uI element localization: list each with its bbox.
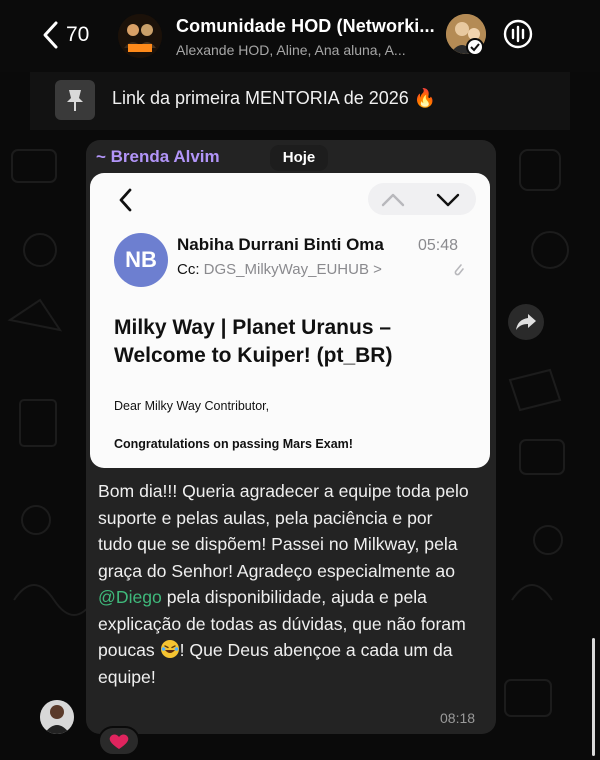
unread-count: 70 <box>66 23 90 46</box>
scrollbar[interactable] <box>592 638 595 756</box>
audio-call-icon[interactable] <box>502 18 534 50</box>
chevron-left-icon <box>43 21 58 49</box>
heart-icon <box>109 734 129 749</box>
date-separator: Hoje <box>270 145 328 171</box>
sender-name[interactable]: ~ Brenda Alvim <box>96 147 220 167</box>
chevron-left-icon <box>119 188 132 212</box>
sender-photo-icon <box>40 700 74 734</box>
email-subject: Milky Way | Planet Uranus – Welcome to K… <box>114 316 393 367</box>
email-screenshot-image[interactable]: NB Nabiha Durrani Binti Oma 05:48 Cc: DG… <box>90 173 490 468</box>
pin-icon <box>55 80 95 120</box>
pinned-text: Link da primeira MENTORIA de 2026 🔥 <box>112 88 437 108</box>
forward-button[interactable] <box>508 304 544 340</box>
pinned-message-bar[interactable]: Link da primeira MENTORIA de 2026 🔥 <box>30 72 570 130</box>
chat-title: Comunidade HOD (Networki... <box>176 16 435 36</box>
chevron-up-icon <box>381 193 405 207</box>
back-button[interactable]: 70 <box>40 17 89 53</box>
group-logo-icon <box>118 14 162 58</box>
email-sender-avatar: NB <box>114 233 168 287</box>
reaction-badge[interactable] <box>98 726 140 756</box>
email-cc: Cc: DGS_MilkyWay_EUHUB > <box>177 261 417 278</box>
email-cc-address: DGS_MilkyWay_EUHUB > <box>203 261 382 278</box>
message-text-part: Bom dia!!! Queria agradecer a equipe tod… <box>98 481 469 581</box>
chevron-down-icon <box>436 193 460 207</box>
paperclip-icon <box>454 264 464 276</box>
chat-header: 70 Comunidade HOD (Networki... Alexande … <box>0 0 600 72</box>
email-congrats: Congratulations on passing Mars Exam! <box>114 437 353 451</box>
sender-avatar[interactable] <box>40 700 74 734</box>
laughing-emoji-icon <box>160 640 179 658</box>
email-greeting: Dear Milky Way Contributor, <box>114 399 270 413</box>
forward-icon <box>516 314 536 330</box>
group-avatar[interactable] <box>118 14 162 58</box>
chat-title-area[interactable]: Comunidade HOD (Networki... Alexande HOD… <box>176 16 438 58</box>
mention-link[interactable]: @Diego <box>98 587 162 607</box>
email-time: 05:48 <box>418 237 459 254</box>
message-text: Bom dia!!! Queria agradecer a equipe tod… <box>98 478 470 690</box>
chat-members: Alexande HOD, Aline, Ana aluna, A... <box>176 42 406 58</box>
verified-icon <box>466 38 484 56</box>
email-from: Nabiha Durrani Binti Oma <box>177 235 384 254</box>
message-time: 08:18 <box>440 710 476 726</box>
email-cc-label: Cc: <box>177 261 200 278</box>
